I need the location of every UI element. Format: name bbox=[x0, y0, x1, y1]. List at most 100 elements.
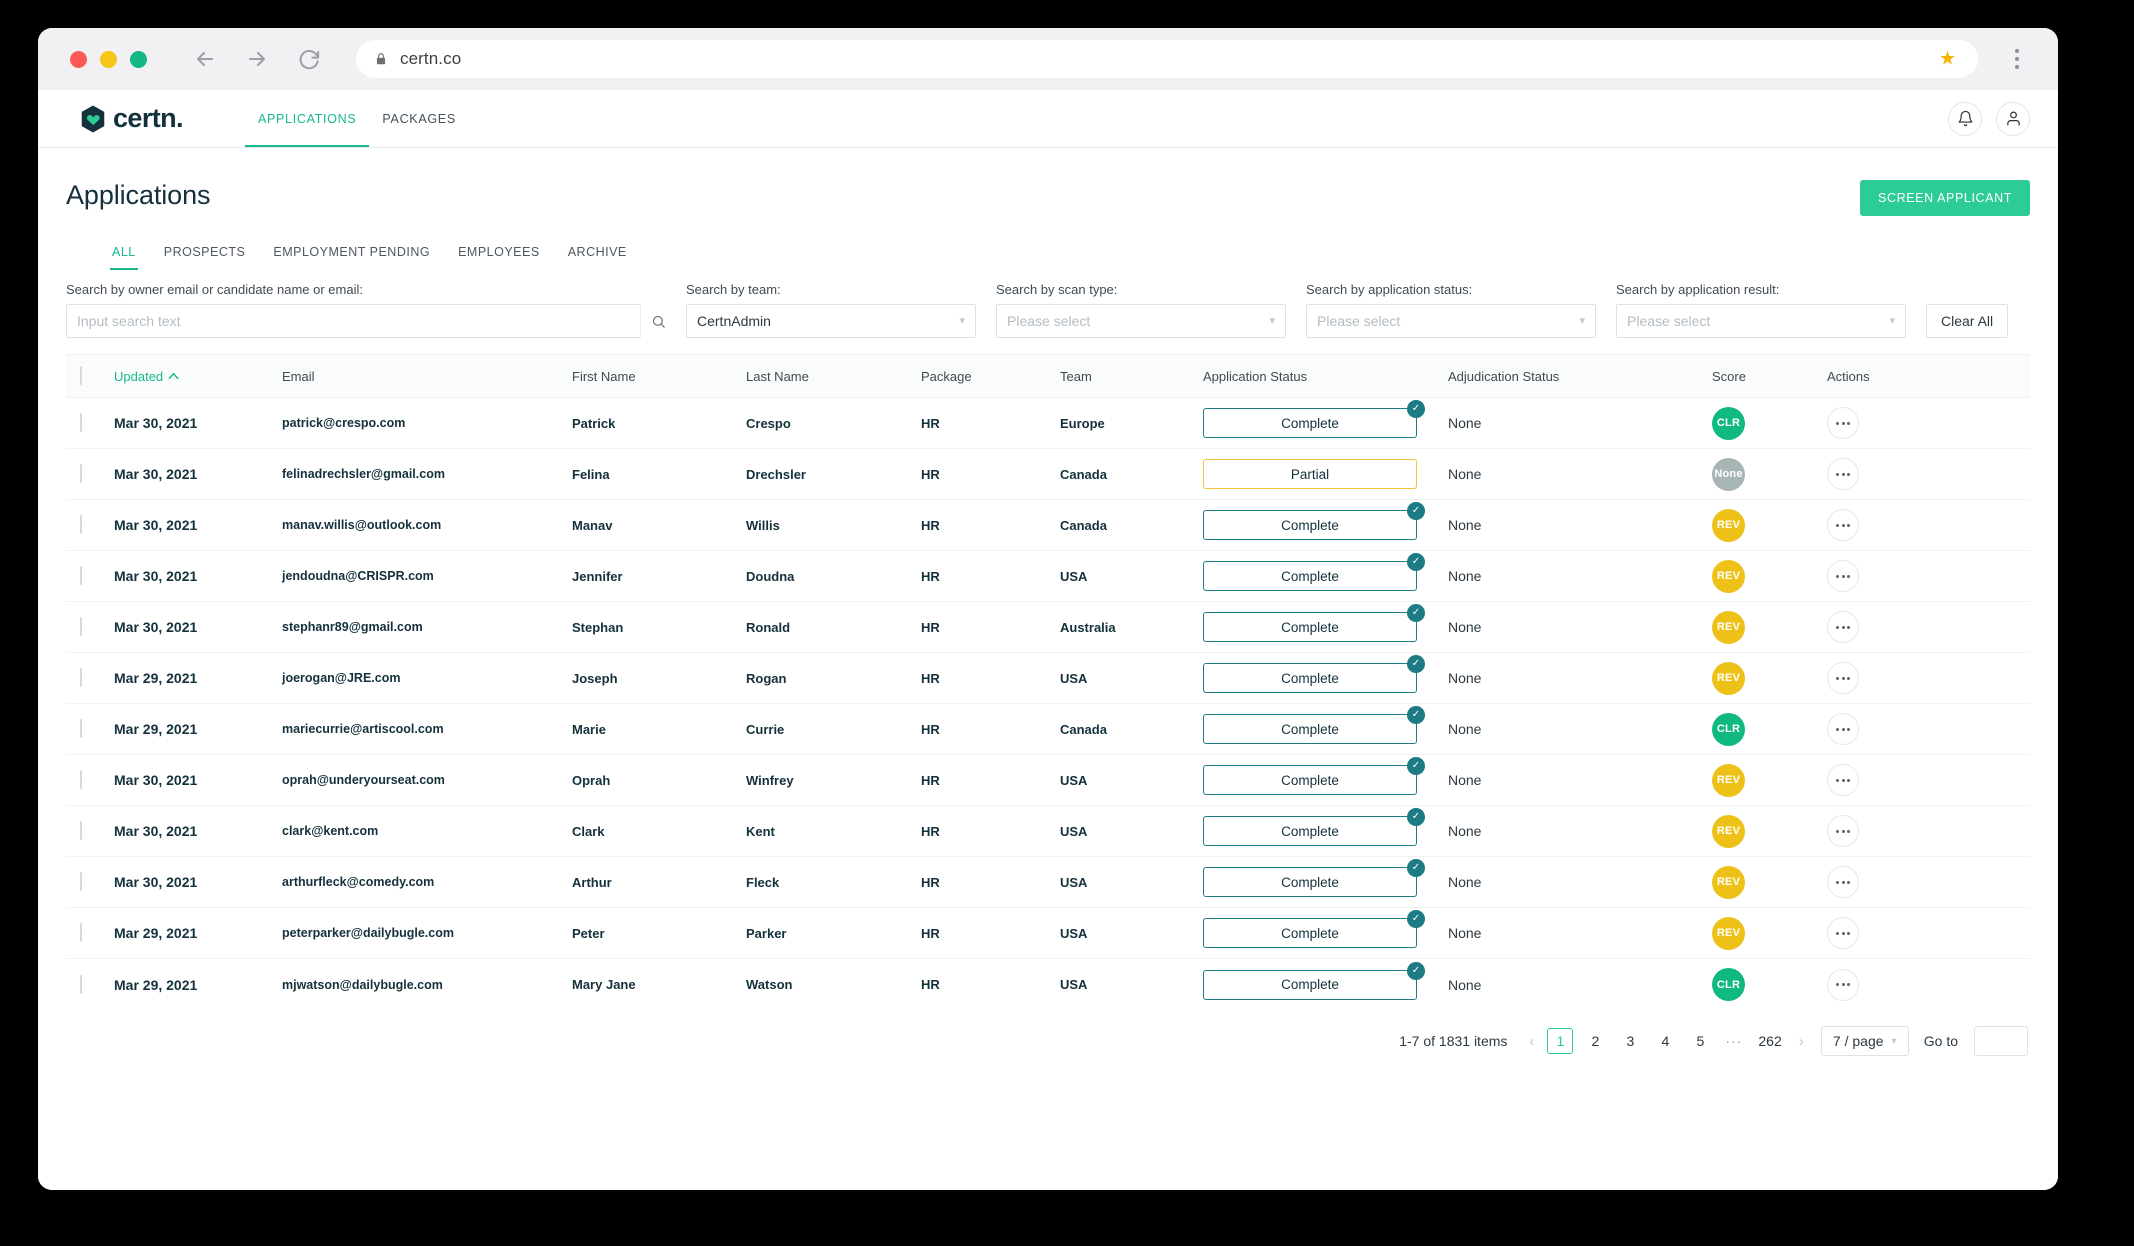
row-actions-button[interactable] bbox=[1827, 560, 1859, 592]
row-checkbox[interactable] bbox=[80, 668, 82, 687]
close-window-button[interactable] bbox=[70, 51, 87, 68]
row-checkbox[interactable] bbox=[80, 719, 82, 738]
application-status-chip[interactable]: Complete✓ bbox=[1203, 612, 1417, 642]
select-all-checkbox[interactable] bbox=[80, 366, 82, 385]
application-status-chip[interactable]: Complete✓ bbox=[1203, 714, 1417, 744]
application-result-select[interactable]: Please select ▾ bbox=[1616, 304, 1906, 338]
page-button-last[interactable]: 262 bbox=[1754, 1028, 1785, 1054]
application-status-chip[interactable]: Complete✓ bbox=[1203, 816, 1417, 846]
row-checkbox[interactable] bbox=[80, 975, 82, 994]
application-status-select[interactable]: Please select ▾ bbox=[1306, 304, 1596, 338]
goto-input[interactable] bbox=[1974, 1026, 2028, 1056]
column-header-team[interactable]: Team bbox=[1060, 369, 1203, 384]
search-input[interactable] bbox=[77, 305, 640, 337]
certn-logo[interactable]: certn. bbox=[78, 103, 183, 134]
column-header-updated[interactable]: Updated bbox=[114, 369, 282, 384]
column-header-score[interactable]: Score bbox=[1712, 369, 1827, 384]
table-row[interactable]: Mar 29, 2021joerogan@JRE.comJosephRoganH… bbox=[66, 653, 2030, 704]
table-row[interactable]: Mar 29, 2021mariecurrie@artiscool.comMar… bbox=[66, 704, 2030, 755]
page-button-2[interactable]: 2 bbox=[1582, 1028, 1608, 1054]
cell-email[interactable]: manav.willis@outlook.com bbox=[282, 518, 572, 532]
page-size-select[interactable]: 7 / page ▾ bbox=[1821, 1026, 1909, 1056]
topnav-item-applications[interactable]: APPLICATIONS bbox=[245, 90, 369, 147]
user-avatar-icon[interactable] bbox=[1996, 102, 2030, 136]
row-checkbox[interactable] bbox=[80, 566, 82, 585]
row-checkbox[interactable] bbox=[80, 617, 82, 636]
cell-email[interactable]: patrick@crespo.com bbox=[282, 416, 572, 430]
table-row[interactable]: Mar 30, 2021arthurfleck@comedy.comArthur… bbox=[66, 857, 2030, 908]
cell-email[interactable]: stephanr89@gmail.com bbox=[282, 620, 572, 634]
table-row[interactable]: Mar 30, 2021clark@kent.comClarkKentHRUSA… bbox=[66, 806, 2030, 857]
page-button-5[interactable]: 5 bbox=[1687, 1028, 1713, 1054]
forward-arrow-icon[interactable] bbox=[244, 46, 270, 72]
row-actions-button[interactable] bbox=[1827, 815, 1859, 847]
cell-email[interactable]: mariecurrie@artiscool.com bbox=[282, 722, 572, 736]
tab-employees[interactable]: EMPLOYEES bbox=[444, 237, 554, 270]
row-actions-button[interactable] bbox=[1827, 611, 1859, 643]
row-actions-button[interactable] bbox=[1827, 764, 1859, 796]
application-status-chip[interactable]: Complete✓ bbox=[1203, 918, 1417, 948]
table-row[interactable]: Mar 29, 2021peterparker@dailybugle.comPe… bbox=[66, 908, 2030, 959]
cell-email[interactable]: oprah@underyourseat.com bbox=[282, 773, 572, 787]
table-row[interactable]: Mar 30, 2021patrick@crespo.comPatrickCre… bbox=[66, 398, 2030, 449]
search-icon[interactable] bbox=[640, 304, 676, 338]
row-actions-button[interactable] bbox=[1827, 866, 1859, 898]
row-actions-button[interactable] bbox=[1827, 509, 1859, 541]
search-field[interactable] bbox=[66, 304, 666, 338]
row-checkbox[interactable] bbox=[80, 770, 82, 789]
application-status-chip[interactable]: Complete✓ bbox=[1203, 561, 1417, 591]
table-row[interactable]: Mar 30, 2021manav.willis@outlook.comMana… bbox=[66, 500, 2030, 551]
column-header-last-name[interactable]: Last Name bbox=[746, 369, 921, 384]
row-checkbox[interactable] bbox=[80, 821, 82, 840]
application-status-chip[interactable]: Complete✓ bbox=[1203, 408, 1417, 438]
column-header-application-status[interactable]: Application Status bbox=[1203, 369, 1448, 384]
row-actions-button[interactable] bbox=[1827, 662, 1859, 694]
table-row[interactable]: Mar 29, 2021mjwatson@dailybugle.comMary … bbox=[66, 959, 2030, 1010]
row-actions-button[interactable] bbox=[1827, 969, 1859, 1001]
page-button-3[interactable]: 3 bbox=[1617, 1028, 1643, 1054]
column-header-package[interactable]: Package bbox=[921, 369, 1060, 384]
row-checkbox[interactable] bbox=[80, 923, 82, 942]
application-status-chip[interactable]: Complete✓ bbox=[1203, 510, 1417, 540]
application-status-chip[interactable]: Complete✓ bbox=[1203, 867, 1417, 897]
screen-applicant-button[interactable]: SCREEN APPLICANT bbox=[1860, 180, 2030, 216]
back-arrow-icon[interactable] bbox=[192, 46, 218, 72]
topnav-item-packages[interactable]: PACKAGES bbox=[369, 90, 468, 147]
cell-email[interactable]: clark@kent.com bbox=[282, 824, 572, 838]
kebab-menu-icon[interactable] bbox=[2004, 49, 2030, 69]
cell-email[interactable]: mjwatson@dailybugle.com bbox=[282, 978, 572, 992]
column-header-first-name[interactable]: First Name bbox=[572, 369, 746, 384]
tab-all[interactable]: ALL bbox=[98, 237, 150, 270]
table-row[interactable]: Mar 30, 2021stephanr89@gmail.comStephanR… bbox=[66, 602, 2030, 653]
row-checkbox[interactable] bbox=[80, 413, 82, 432]
minimize-window-button[interactable] bbox=[100, 51, 117, 68]
row-actions-button[interactable] bbox=[1827, 713, 1859, 745]
cell-email[interactable]: arthurfleck@comedy.com bbox=[282, 875, 572, 889]
application-status-chip[interactable]: Complete✓ bbox=[1203, 765, 1417, 795]
scan-type-select[interactable]: Please select ▾ bbox=[996, 304, 1286, 338]
cell-email[interactable]: felinadrechsler@gmail.com bbox=[282, 467, 572, 481]
bell-icon[interactable] bbox=[1948, 102, 1982, 136]
row-checkbox[interactable] bbox=[80, 515, 82, 534]
clear-all-button[interactable]: Clear All bbox=[1926, 304, 2008, 338]
chevron-left-icon[interactable]: ‹ bbox=[1525, 1033, 1538, 1050]
chevron-right-icon[interactable]: › bbox=[1795, 1033, 1808, 1050]
row-actions-button[interactable] bbox=[1827, 458, 1859, 490]
column-header-email[interactable]: Email bbox=[282, 369, 572, 384]
table-row[interactable]: Mar 30, 2021felinadrechsler@gmail.comFel… bbox=[66, 449, 2030, 500]
application-status-chip[interactable]: Complete✓ bbox=[1203, 970, 1417, 1000]
cell-email[interactable]: joerogan@JRE.com bbox=[282, 671, 572, 685]
column-header-adjudication-status[interactable]: Adjudication Status bbox=[1448, 369, 1712, 384]
table-row[interactable]: Mar 30, 2021jendoudna@CRISPR.comJennifer… bbox=[66, 551, 2030, 602]
page-button-4[interactable]: 4 bbox=[1652, 1028, 1678, 1054]
cell-email[interactable]: peterparker@dailybugle.com bbox=[282, 926, 572, 940]
page-button-1[interactable]: 1 bbox=[1547, 1028, 1573, 1054]
row-checkbox[interactable] bbox=[80, 872, 82, 891]
row-actions-button[interactable] bbox=[1827, 407, 1859, 439]
application-status-chip[interactable]: Complete✓ bbox=[1203, 663, 1417, 693]
application-status-chip[interactable]: Partial bbox=[1203, 459, 1417, 489]
tab-employment-pending[interactable]: EMPLOYMENT PENDING bbox=[259, 237, 444, 270]
reload-icon[interactable] bbox=[296, 46, 322, 72]
team-select[interactable]: CertnAdmin ▾ bbox=[686, 304, 976, 338]
tab-prospects[interactable]: PROSPECTS bbox=[150, 237, 260, 270]
